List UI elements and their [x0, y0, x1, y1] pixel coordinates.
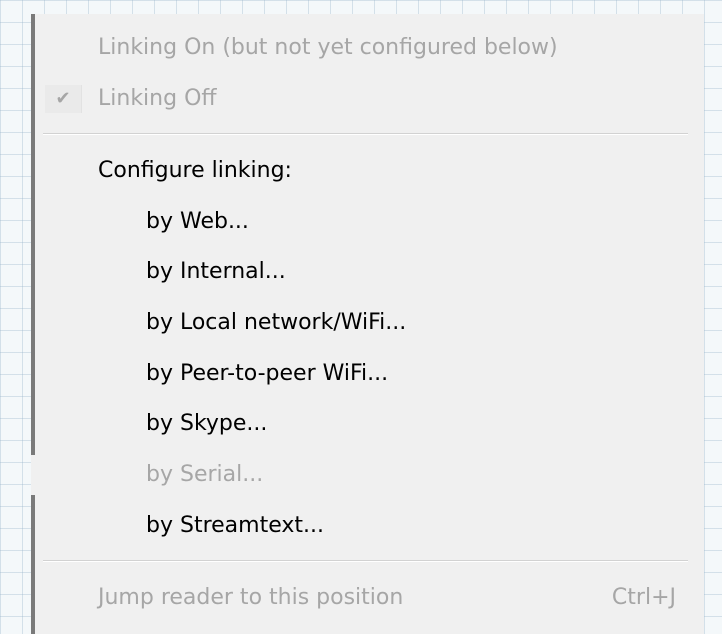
menu-item-label: by Local network/WiFi...: [146, 310, 407, 335]
menu-item-by-internal[interactable]: by Internal...: [35, 252, 704, 292]
menu-item-jump-reader-label: Jump reader to this position: [98, 585, 404, 610]
menu-item-label: by Skype...: [146, 411, 268, 436]
menu-item-by-web[interactable]: by Web...: [35, 202, 704, 242]
menu-item-linking-off: ✔ Linking Off: [35, 79, 704, 119]
menu-item-label: by Web...: [146, 209, 249, 234]
menu-item-linking-on-label: Linking On (but not yet configured below…: [98, 35, 558, 60]
menu-item-linking-off-label: Linking Off: [98, 86, 217, 111]
menu-item-jump-reader: Jump reader to this position Ctrl+J: [35, 578, 704, 618]
shortcut-label: Ctrl+J: [611, 585, 676, 610]
menu-item-label: by Peer-to-peer WiFi...: [146, 361, 389, 386]
menu-separator: [43, 133, 688, 135]
menu-item-by-serial: by Serial...: [31, 455, 704, 495]
linking-context-menu: Linking On (but not yet configured below…: [31, 14, 704, 634]
menu-item-by-peer-to-peer-wifi[interactable]: by Peer-to-peer WiFi...: [35, 354, 704, 394]
menu-edge-gap: [31, 455, 35, 495]
menu-header-configure-linking: Configure linking:: [35, 151, 704, 191]
menu-item-label: by Internal...: [146, 259, 286, 284]
menu-item-by-local-network-wifi[interactable]: by Local network/WiFi...: [35, 303, 704, 343]
menu-item-linking-on: Linking On (but not yet configured below…: [35, 28, 704, 68]
menu-item-by-streamtext[interactable]: by Streamtext...: [35, 506, 704, 546]
menu-item-by-skype[interactable]: by Skype...: [35, 404, 704, 444]
menu-header-label: Configure linking:: [98, 158, 292, 183]
menu-separator: [43, 560, 688, 562]
menu-item-label: by Serial...: [146, 462, 264, 487]
menu-item-label: by Streamtext...: [146, 513, 324, 538]
checkmark-icon: ✔: [45, 85, 82, 113]
